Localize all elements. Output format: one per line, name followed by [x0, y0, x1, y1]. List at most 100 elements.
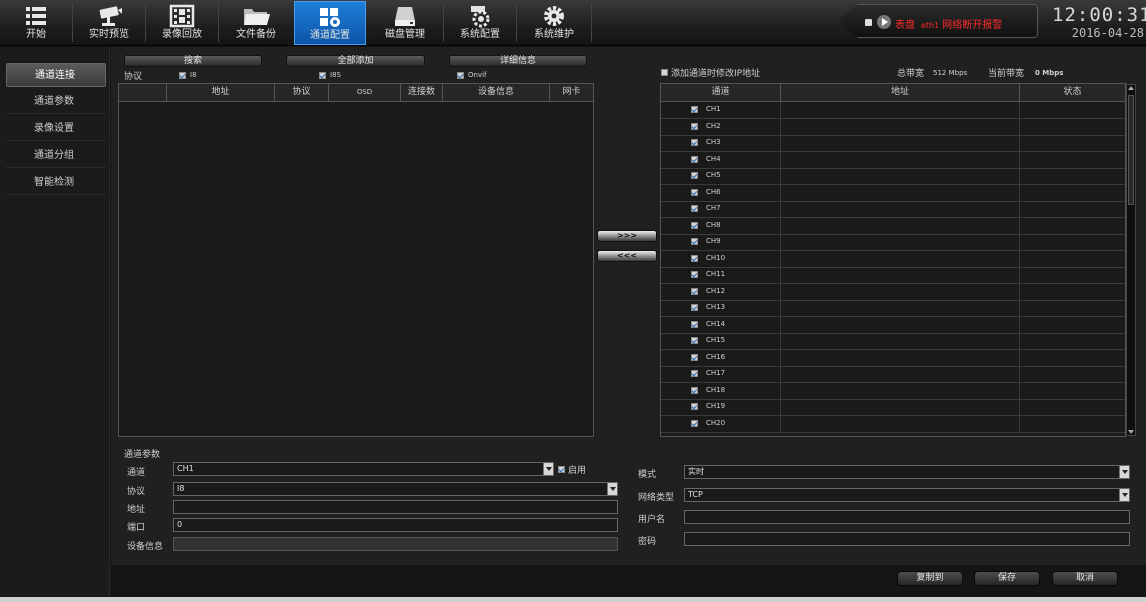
- chevron-down-icon[interactable]: [1119, 466, 1129, 478]
- channel-row[interactable]: CH3: [661, 135, 1125, 152]
- channel-cell: CH10: [661, 250, 781, 267]
- sidebar-item-smart-detect[interactable]: 智能检测: [6, 171, 106, 195]
- channel-list-scrollbar[interactable]: [1126, 84, 1136, 436]
- toolbar-disk-management[interactable]: 磁盘管理: [369, 1, 441, 45]
- channel-checkbox[interactable]: [691, 155, 698, 163]
- channel-row[interactable]: CH10: [661, 250, 1125, 268]
- channel-checkbox[interactable]: [691, 106, 698, 113]
- channel-checkbox[interactable]: [691, 122, 698, 130]
- remove-from-channel-button[interactable]: <<<: [597, 250, 657, 262]
- toolbar-playback[interactable]: 录像回放: [146, 1, 218, 45]
- channel-list-table[interactable]: 通道 地址 状态 CH1 CH2 CH3 CH4 CH5 CH6 CH7 CH8 CH9 CH10…: [660, 83, 1126, 437]
- column-header-device-info[interactable]: 设备信息: [443, 84, 550, 101]
- sidebar-item-record-settings[interactable]: 录像设置: [6, 117, 106, 141]
- column-header-osd[interactable]: OSD: [329, 84, 401, 101]
- channel-checkbox[interactable]: [691, 271, 698, 278]
- chevron-down-icon[interactable]: [607, 483, 617, 495]
- cancel-button[interactable]: 取消: [1052, 571, 1118, 586]
- details-button[interactable]: 详细信息: [449, 55, 587, 67]
- network-type-select[interactable]: TCP: [684, 488, 1130, 502]
- toolbar-system-maintenance[interactable]: 系统维护: [518, 1, 590, 45]
- column-header-nic[interactable]: 网卡: [550, 84, 593, 101]
- channel-checkbox[interactable]: [691, 287, 698, 295]
- modify-ip-checkbox[interactable]: [661, 69, 668, 76]
- channel-row[interactable]: CH17: [661, 366, 1125, 383]
- protocol-i8s-checkbox[interactable]: [319, 72, 326, 79]
- channel-checkbox[interactable]: [691, 353, 698, 361]
- mode-select[interactable]: 实时: [684, 465, 1130, 479]
- column-header-address[interactable]: 地址: [167, 84, 275, 101]
- add-all-button[interactable]: 全部添加: [286, 55, 425, 67]
- channel-checkbox[interactable]: [691, 304, 698, 311]
- protocol-select-value: I8: [177, 484, 185, 493]
- username-field[interactable]: [684, 510, 1130, 524]
- chevron-down-icon[interactable]: [1119, 489, 1129, 501]
- channel-checkbox[interactable]: [691, 370, 698, 377]
- column-header-status[interactable]: 状态: [1020, 84, 1125, 101]
- toolbar-start[interactable]: 开始: [0, 1, 72, 45]
- channel-row[interactable]: CH9: [661, 234, 1125, 251]
- toolbar-live-view[interactable]: 实时预览: [73, 1, 145, 45]
- protocol-i8-checkbox[interactable]: [179, 72, 186, 79]
- channel-checkbox[interactable]: [691, 188, 698, 196]
- channel-row[interactable]: CH5: [661, 168, 1125, 185]
- toolbar-channel-config[interactable]: 通道配置: [294, 1, 366, 45]
- channel-checkbox[interactable]: [691, 419, 698, 427]
- channel-row[interactable]: CH19: [661, 399, 1125, 416]
- channel-row[interactable]: CH2: [661, 118, 1125, 136]
- channel-row[interactable]: CH14: [661, 316, 1125, 334]
- protocol-onvif-checkbox[interactable]: [457, 72, 464, 79]
- scroll-down-icon[interactable]: [1128, 430, 1134, 434]
- channel-row[interactable]: CH15: [661, 333, 1125, 350]
- password-field[interactable]: [684, 532, 1130, 546]
- save-button[interactable]: 保存: [974, 571, 1040, 586]
- column-header-protocol[interactable]: 协议: [275, 84, 329, 101]
- network-type-label: 网络类型: [638, 493, 675, 503]
- channel-row[interactable]: CH6: [661, 184, 1125, 202]
- toolbar-system-config[interactable]: 系统配置: [444, 1, 516, 45]
- sidebar-item-channel-connect[interactable]: 通道连接: [6, 63, 106, 87]
- column-header-channel[interactable]: 通道: [661, 84, 781, 101]
- column-header-connections[interactable]: 连接数: [401, 84, 443, 101]
- channel-checkbox[interactable]: [691, 320, 698, 328]
- search-button[interactable]: 搜索: [124, 55, 262, 67]
- channel-row[interactable]: CH8: [661, 217, 1125, 235]
- channel-checkbox[interactable]: [691, 221, 698, 229]
- channel-row[interactable]: CH20: [661, 415, 1125, 433]
- channel-checkbox[interactable]: [691, 238, 698, 245]
- column-header-channel-address[interactable]: 地址: [781, 84, 1020, 101]
- channel-name: CH14: [706, 319, 726, 328]
- search-results-table[interactable]: 地址 协议 OSD 连接数 设备信息 网卡: [118, 83, 594, 437]
- channel-select[interactable]: CH1: [173, 462, 554, 476]
- protocol-select[interactable]: I8: [173, 482, 618, 496]
- toolbar-file-backup[interactable]: 文件备份: [220, 1, 292, 45]
- channel-checkbox[interactable]: [691, 403, 698, 410]
- channel-row[interactable]: CH13: [661, 300, 1125, 317]
- channel-row[interactable]: CH4: [661, 151, 1125, 169]
- add-to-channel-button[interactable]: >>>: [597, 230, 657, 242]
- channel-checkbox[interactable]: [691, 386, 698, 394]
- sidebar-item-channel-group[interactable]: 通道分组: [6, 144, 106, 168]
- scrollbar-thumb[interactable]: [1128, 95, 1134, 205]
- channel-checkbox[interactable]: [691, 172, 698, 179]
- channel-checkbox[interactable]: [691, 139, 698, 146]
- channel-checkbox[interactable]: [691, 254, 698, 262]
- channel-checkbox[interactable]: [691, 337, 698, 344]
- channel-row[interactable]: CH11: [661, 267, 1125, 284]
- sidebar-item-channel-params[interactable]: 通道参数: [6, 90, 106, 114]
- channel-row[interactable]: CH7: [661, 201, 1125, 218]
- channel-row[interactable]: CH12: [661, 283, 1125, 301]
- channel-row[interactable]: CH16: [661, 349, 1125, 367]
- password-label: 密码: [638, 537, 657, 547]
- channel-row[interactable]: CH18: [661, 382, 1125, 400]
- scroll-up-icon[interactable]: [1128, 86, 1134, 90]
- port-field[interactable]: 0: [173, 518, 618, 532]
- enable-checkbox[interactable]: [558, 466, 565, 473]
- play-icon[interactable]: [877, 15, 891, 29]
- copy-to-button[interactable]: 复制到: [897, 571, 963, 586]
- alarm-notification[interactable]: 表盘 eth1 网络断开报警: [838, 4, 1038, 38]
- channel-checkbox[interactable]: [691, 205, 698, 212]
- address-field[interactable]: [173, 500, 618, 514]
- channel-row[interactable]: CH1: [661, 102, 1125, 119]
- chevron-down-icon[interactable]: [543, 463, 553, 475]
